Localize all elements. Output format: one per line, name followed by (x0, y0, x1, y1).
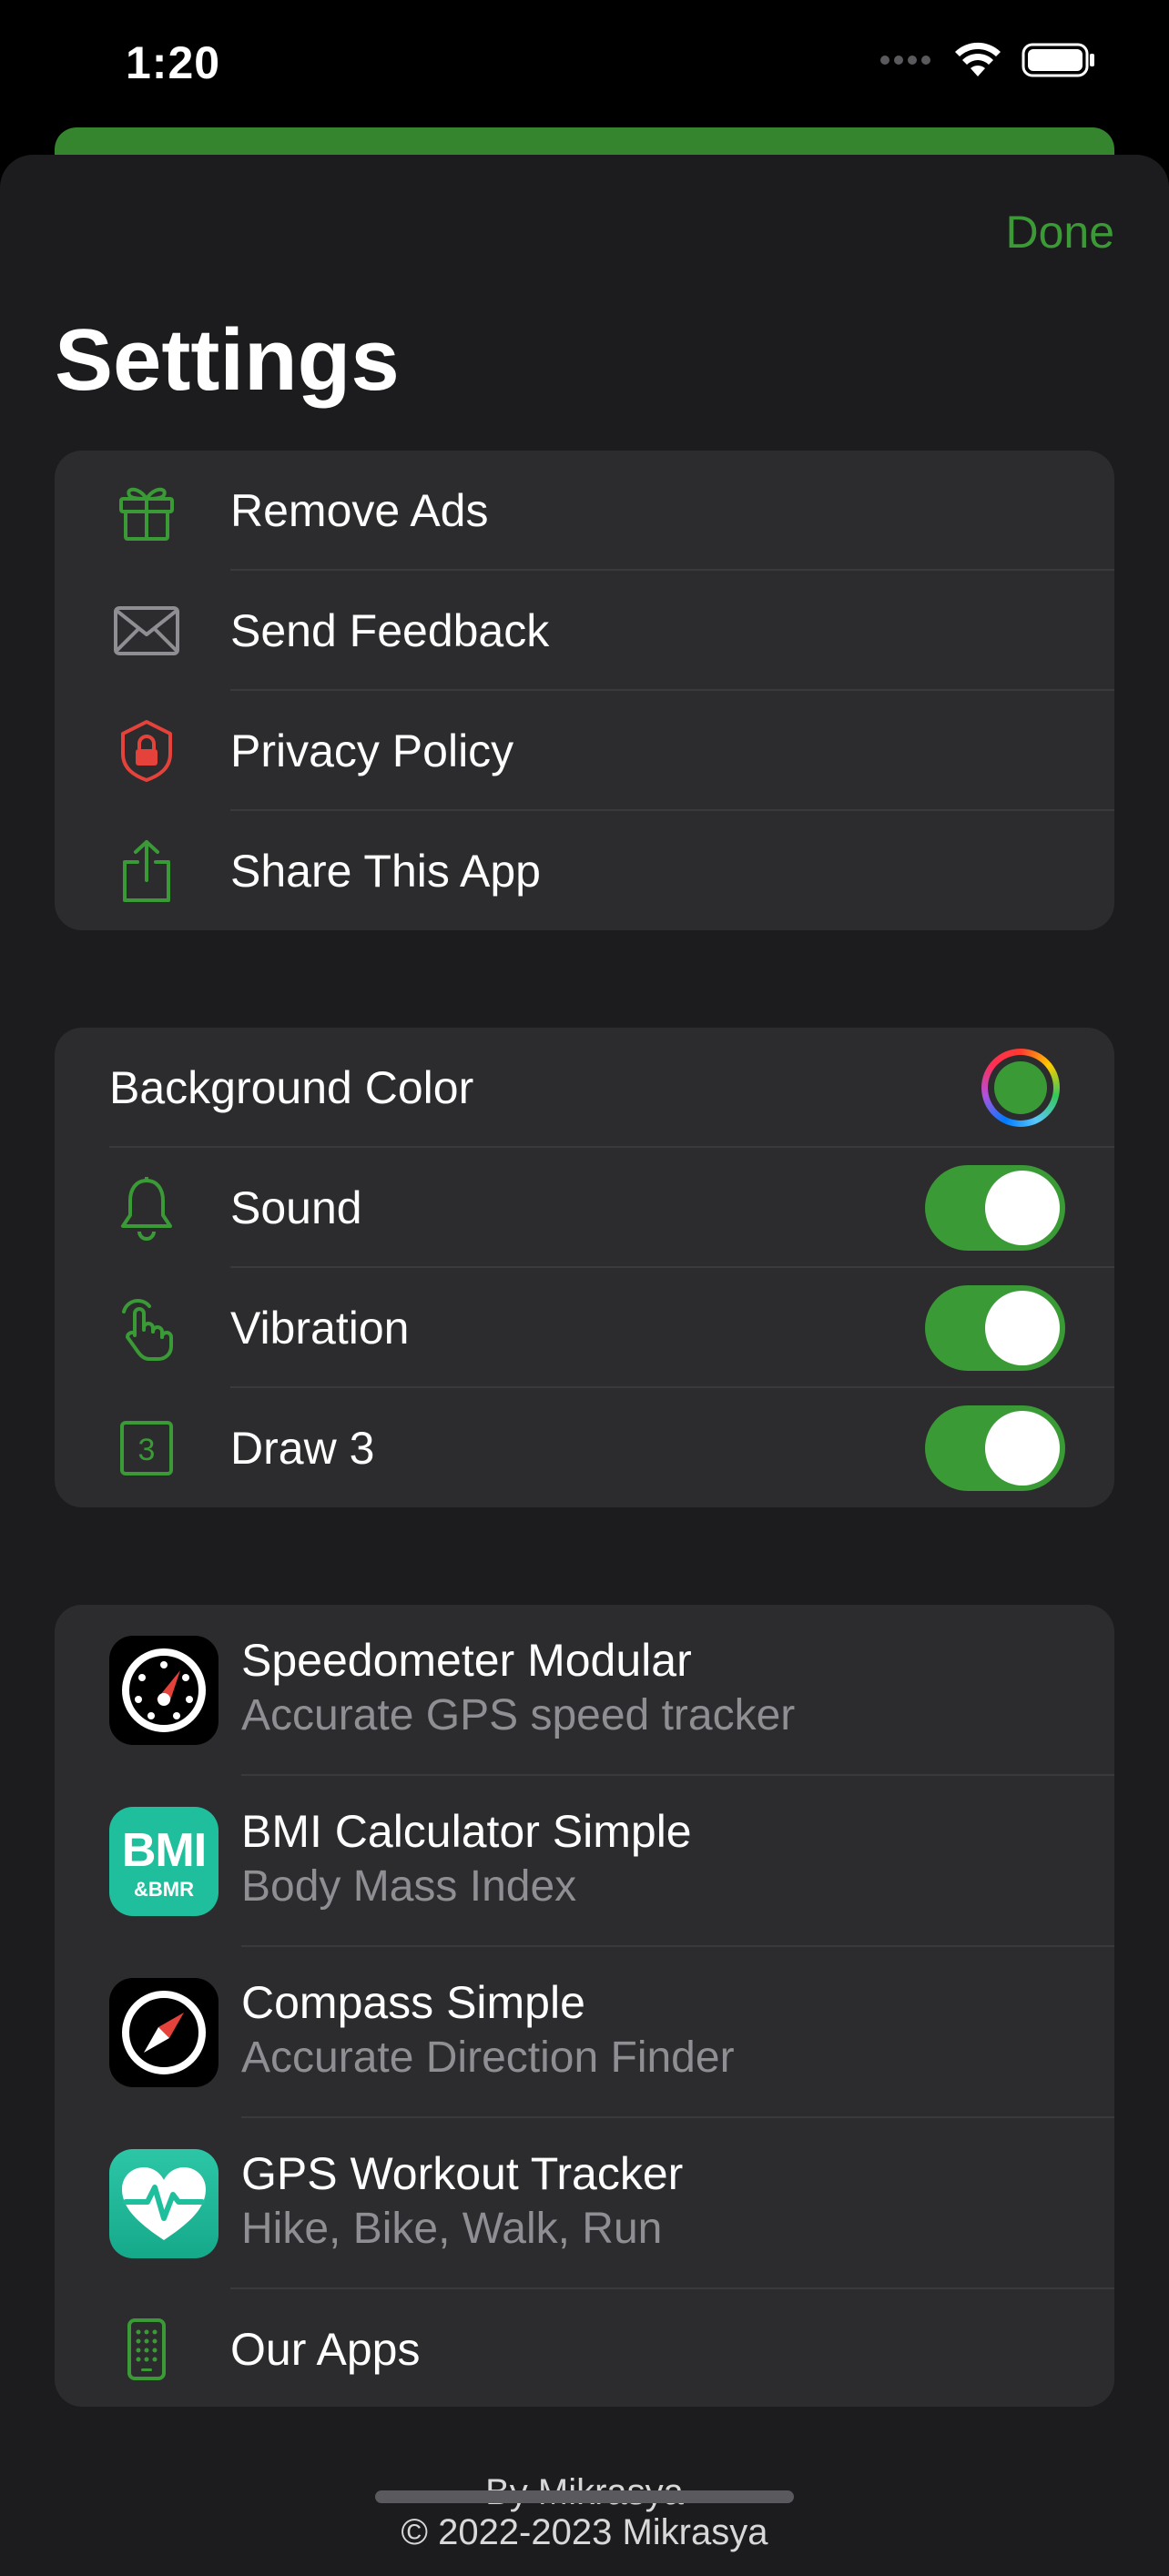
background-color-label: Background Color (109, 1062, 474, 1113)
tap-hand-icon (109, 1291, 184, 1365)
app-subtitle: Accurate GPS speed tracker (241, 1691, 796, 1739)
share-app-row[interactable]: Share This App (55, 811, 1114, 930)
bmi-icon-subtext: &BMR (134, 1878, 194, 1901)
more-apps-section: Speedometer Modular Accurate GPS speed t… (55, 1605, 1114, 2407)
status-bar: 1:20 (0, 0, 1169, 137)
send-feedback-row[interactable]: Send Feedback (55, 571, 1114, 691)
footer-copyright: © 2022-2023 Mikrasya (401, 2512, 768, 2552)
share-app-label: Share This App (230, 846, 541, 897)
sound-toggle[interactable] (925, 1165, 1065, 1251)
app-title: BMI Calculator Simple (241, 1806, 692, 1857)
vibration-label: Vibration (230, 1303, 410, 1354)
app-title: Speedometer Modular (241, 1635, 692, 1686)
cellular-signal-icon (880, 56, 930, 65)
speedometer-app-icon (109, 1636, 219, 1745)
app-row-bmi[interactable]: BMI &BMR BMI Calculator Simple Body Mass… (55, 1776, 1114, 1947)
shield-lock-icon (109, 714, 184, 788)
wifi-icon (955, 42, 1001, 76)
app-title: GPS Workout Tracker (241, 2148, 684, 2199)
remove-ads-label: Remove Ads (230, 485, 489, 536)
share-icon (109, 834, 184, 908)
status-time: 1:20 (126, 37, 221, 88)
draw-3-label: Draw 3 (230, 1423, 375, 1474)
battery-icon (1022, 43, 1094, 77)
color-picker-swatch[interactable] (981, 1049, 1060, 1127)
remove-ads-row[interactable]: Remove Ads (55, 451, 1114, 571)
app-title: Compass Simple (241, 1977, 585, 2028)
done-button[interactable]: Done (1005, 206, 1114, 259)
number-3-square-icon: 3 (109, 1411, 184, 1486)
bell-icon (109, 1171, 184, 1245)
vibration-row: Vibration (55, 1268, 1114, 1388)
app-subtitle: Body Mass Index (241, 1862, 577, 1911)
app-row-compass[interactable]: Compass Simple Accurate Direction Finder (55, 1947, 1114, 2118)
heart-pulse-app-icon (109, 2149, 219, 2258)
draw-3-row: 3 Draw 3 (55, 1388, 1114, 1507)
general-section: Remove Ads Send Feedback Privacy Policy … (55, 451, 1114, 930)
sound-label: Sound (230, 1182, 362, 1233)
draw-3-toggle[interactable] (925, 1405, 1065, 1491)
settings-sheet: Done Settings Remove Ads Send Feedback P… (0, 155, 1169, 2576)
app-subtitle: Hike, Bike, Walk, Run (241, 2205, 663, 2253)
privacy-policy-row[interactable]: Privacy Policy (55, 691, 1114, 811)
our-apps-row[interactable]: Our Apps (55, 2289, 1114, 2407)
bmi-app-icon: BMI &BMR (109, 1807, 219, 1916)
send-feedback-label: Send Feedback (230, 605, 550, 656)
preferences-section: Background Color Sound Vibration 3 Draw … (55, 1028, 1114, 1507)
status-icons (879, 42, 1096, 78)
gift-icon (109, 473, 184, 548)
privacy-policy-label: Privacy Policy (230, 725, 514, 776)
bmi-icon-text: BMI (121, 1824, 207, 1877)
page-title: Settings (55, 311, 400, 409)
vibration-toggle[interactable] (925, 1285, 1065, 1371)
svg-text:3: 3 (138, 1433, 156, 1467)
app-subtitle: Accurate Direction Finder (241, 2033, 735, 2082)
compass-app-icon (109, 1978, 219, 2087)
envelope-icon (109, 593, 184, 668)
background-color-row[interactable]: Background Color (55, 1028, 1114, 1148)
phone-grid-icon (109, 2312, 184, 2387)
app-row-speedometer[interactable]: Speedometer Modular Accurate GPS speed t… (55, 1605, 1114, 1776)
our-apps-label: Our Apps (230, 2324, 421, 2375)
sound-row: Sound (55, 1148, 1114, 1268)
home-indicator (375, 2490, 794, 2503)
app-row-gps-workout[interactable]: GPS Workout Tracker Hike, Bike, Walk, Ru… (55, 2118, 1114, 2289)
